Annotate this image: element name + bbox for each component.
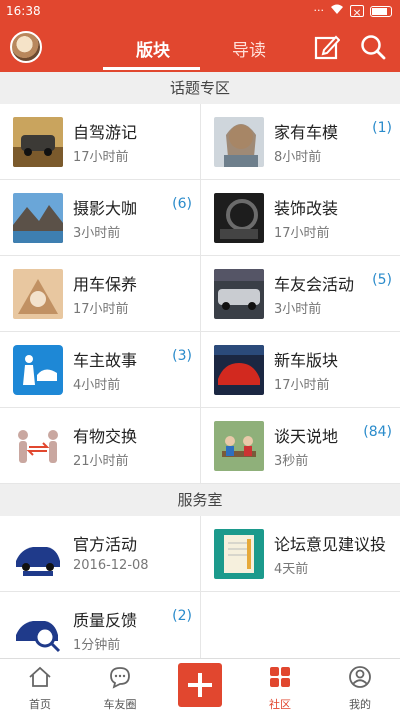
notebook-thumb xyxy=(214,529,264,579)
section-header-service: 服务室 xyxy=(0,484,400,516)
status-bar: 16:38 ··· × xyxy=(0,0,400,22)
bottom-nav: 首页 车友圈 社区 我的 xyxy=(0,658,400,711)
chat-bubble-icon xyxy=(110,667,130,689)
board-time: 8小时前 xyxy=(274,150,322,165)
tab-guide[interactable]: 导读 xyxy=(232,36,266,61)
car-trip-thumb xyxy=(13,117,63,167)
board-time: 21小时前 xyxy=(73,454,129,469)
status-time: 16:38 xyxy=(6,4,41,18)
board-item[interactable]: 摄影大咖 3小时前 (6) xyxy=(0,180,200,256)
board-title: 摄影大咖 xyxy=(73,199,138,218)
nav-profile-label: 我的 xyxy=(349,698,371,711)
active-tab-indicator xyxy=(103,67,200,70)
empty-cell xyxy=(200,592,400,668)
nav-home[interactable]: 首页 xyxy=(0,659,80,711)
top-header: 版块 导读 xyxy=(0,22,400,72)
board-title: 自驾游记 xyxy=(73,123,138,142)
home-icon xyxy=(29,666,51,687)
board-item[interactable]: 车主故事 4小时前 (3) xyxy=(0,332,200,408)
maintenance-thumb xyxy=(13,269,63,319)
nav-community[interactable]: 社区 xyxy=(240,659,320,711)
nav-profile[interactable]: 我的 xyxy=(320,659,400,711)
profile-icon xyxy=(349,666,371,688)
board-time: 4天前 xyxy=(274,562,309,577)
exchange-thumb xyxy=(13,421,63,471)
community-icon xyxy=(270,667,290,687)
board-item[interactable]: 装饰改装 17小时前 xyxy=(200,180,400,256)
board-title: 官方活动 xyxy=(73,535,138,554)
edit-icon[interactable] xyxy=(314,34,340,60)
nav-car-friends[interactable]: 车友圈 xyxy=(80,659,160,711)
board-title: 家有车模 xyxy=(274,123,339,142)
model-girl-thumb xyxy=(214,117,264,167)
board-time: 17小时前 xyxy=(73,302,129,317)
dots-icon: ··· xyxy=(313,4,325,17)
board-time: 17小时前 xyxy=(274,378,330,393)
board-item[interactable]: 官方活动 2016-12-08 xyxy=(0,516,200,592)
board-title: 论坛意见建议投 xyxy=(274,535,387,554)
topics-grid: 自驾游记 17小时前 家有车模 8小时前 (1) 摄影大咖 3小时前 (6) 装… xyxy=(0,104,400,484)
board-time: 3秒前 xyxy=(274,454,309,469)
nav-community-label: 社区 xyxy=(269,698,291,711)
board-count: (2) xyxy=(172,608,192,624)
chat-thumb xyxy=(214,421,264,471)
board-title: 车友会活动 xyxy=(274,275,355,294)
new-car-thumb xyxy=(214,345,264,395)
board-item[interactable]: 谈天说地 3秒前 (84) xyxy=(200,408,400,484)
nav-car-friends-label: 车友圈 xyxy=(103,698,137,711)
board-item[interactable]: 有物交换 21小时前 xyxy=(0,408,200,484)
board-count: (1) xyxy=(372,120,392,136)
service-grid: 官方活动 2016-12-08 论坛意见建议投 4天前 质量反馈 1分钟前 (2… xyxy=(0,516,400,668)
board-item[interactable]: 论坛意见建议投 4天前 xyxy=(200,516,400,592)
board-count: (3) xyxy=(172,348,192,364)
search-icon[interactable] xyxy=(360,34,386,60)
official-car-thumb xyxy=(13,529,63,579)
board-title: 质量反馈 xyxy=(73,611,138,630)
board-title: 新车版块 xyxy=(274,351,339,370)
board-item[interactable]: 用车保养 17小时前 xyxy=(0,256,200,332)
mountain-photo-thumb xyxy=(13,193,63,243)
board-count: (6) xyxy=(172,196,192,212)
quality-thumb xyxy=(13,605,63,655)
board-title: 用车保养 xyxy=(73,275,138,294)
system-icons: ··· × xyxy=(313,3,392,19)
section-header-topics: 话题专区 xyxy=(0,72,400,104)
club-event-thumb xyxy=(214,269,264,319)
board-time: 1分钟前 xyxy=(73,638,121,653)
board-count: (84) xyxy=(363,424,392,440)
board-time: 17小时前 xyxy=(274,226,330,241)
board-title: 车主故事 xyxy=(73,351,138,370)
board-item[interactable]: 车友会活动 3小时前 (5) xyxy=(200,256,400,332)
board-time: 3小时前 xyxy=(73,226,121,241)
board-item[interactable]: 家有车模 8小时前 (1) xyxy=(200,104,400,180)
plus-icon[interactable] xyxy=(178,663,222,707)
board-title: 装饰改装 xyxy=(274,199,339,218)
board-item[interactable]: 新车版块 17小时前 xyxy=(200,332,400,408)
tab-board[interactable]: 版块 xyxy=(136,36,170,61)
board-time: 4小时前 xyxy=(73,378,121,393)
board-time: 17小时前 xyxy=(73,150,129,165)
board-title: 谈天说地 xyxy=(274,427,339,446)
board-item[interactable]: 自驾游记 17小时前 xyxy=(0,104,200,180)
board-item[interactable]: 质量反馈 1分钟前 (2) xyxy=(0,592,200,668)
avatar[interactable] xyxy=(10,31,42,63)
board-title: 有物交换 xyxy=(73,427,138,446)
board-count: (5) xyxy=(372,272,392,288)
board-time: 3小时前 xyxy=(274,302,322,317)
car-interior-thumb xyxy=(214,193,264,243)
battery-icon xyxy=(370,5,392,17)
nav-home-label: 首页 xyxy=(29,698,51,711)
wifi-icon xyxy=(330,3,344,19)
board-time: 2016-12-08 xyxy=(73,558,149,573)
close-box-icon: × xyxy=(350,5,364,19)
owner-story-thumb xyxy=(13,345,63,395)
